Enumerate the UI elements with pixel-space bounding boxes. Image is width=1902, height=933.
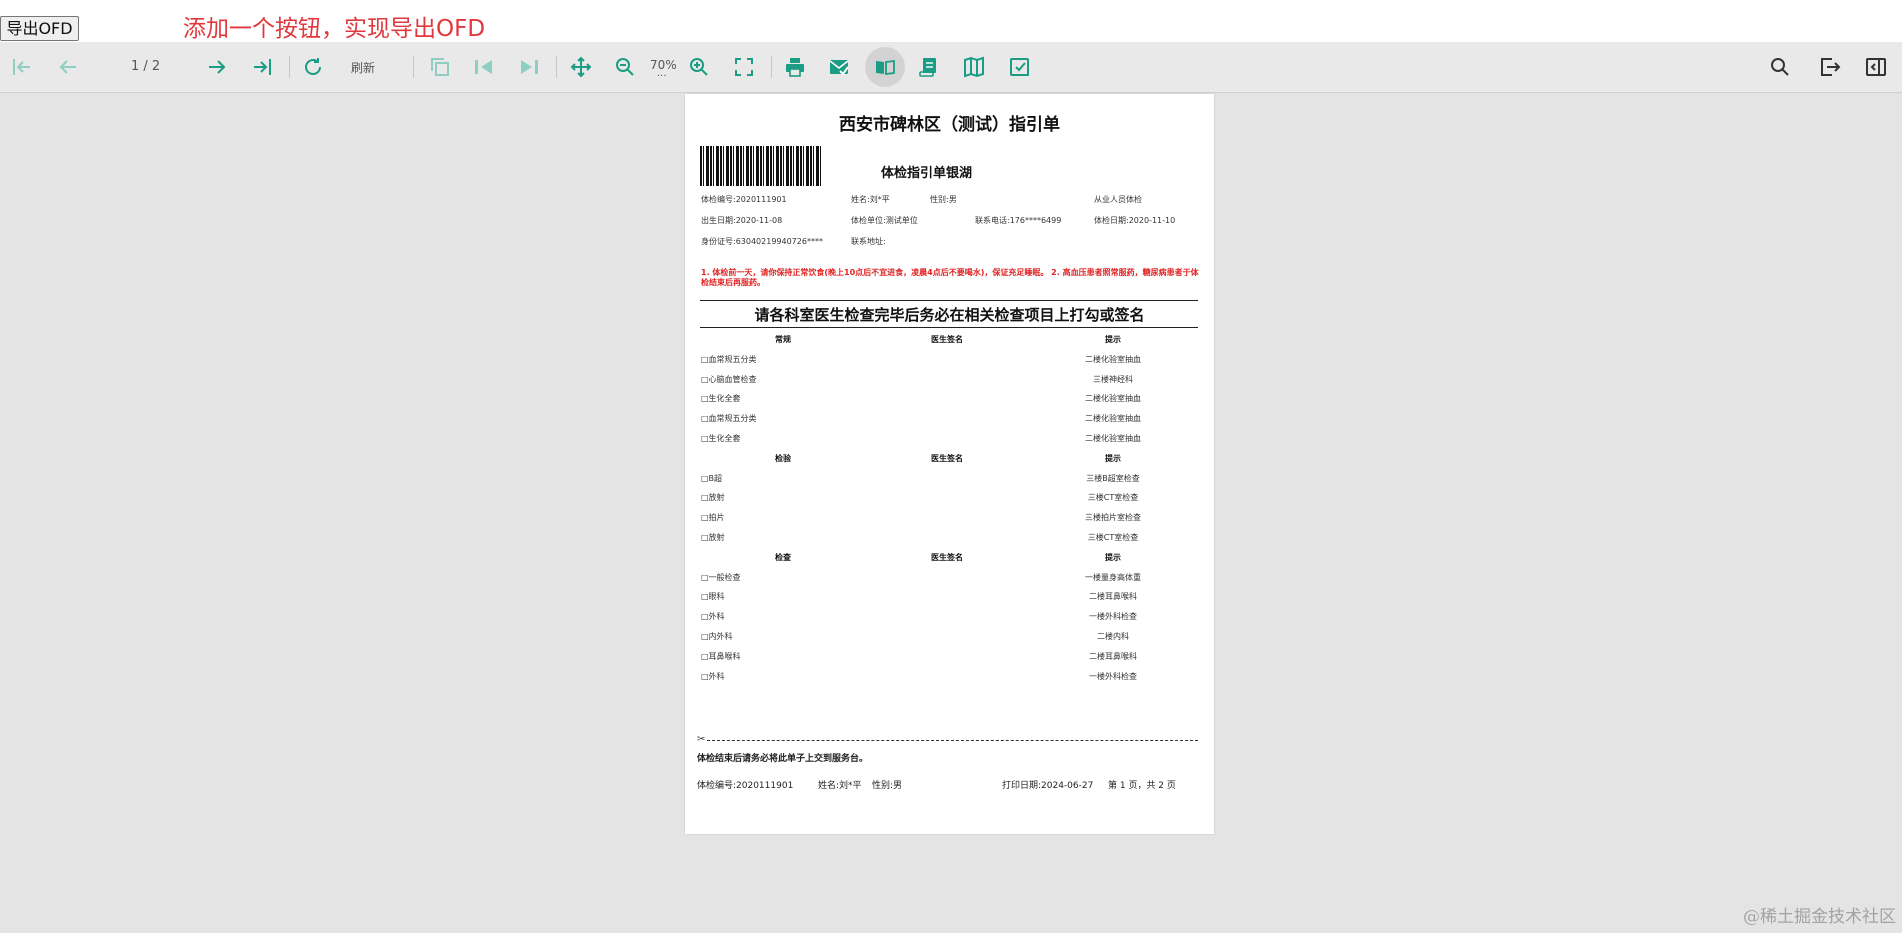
exam-item-tip: 三楼神经科 — [1093, 374, 1133, 384]
step-back-icon[interactable] — [472, 55, 496, 79]
exam-item: □内外科 — [701, 632, 733, 641]
document-subtitle: 体检指引单银湖 — [881, 166, 973, 181]
fullscreen-icon[interactable] — [732, 55, 756, 79]
exam-item: □生化全套 — [701, 394, 741, 404]
last-page-icon[interactable] — [250, 55, 274, 79]
book-view-icon[interactable] — [865, 47, 905, 87]
print-icon[interactable] — [783, 55, 807, 79]
verify-signature-icon[interactable] — [1008, 55, 1032, 79]
footer-print-date: 打印日期:2024-06-27 — [1002, 781, 1094, 791]
toolbar-separator — [771, 56, 772, 78]
exam-item-tip: 二楼内科 — [1097, 632, 1129, 641]
previous-page-icon[interactable] — [56, 55, 80, 79]
copy-icon[interactable] — [428, 55, 452, 79]
exam-item: □眼科 — [701, 592, 725, 602]
exam-item-tip: 三楼CT室检查 — [1087, 493, 1139, 503]
next-page-icon[interactable] — [205, 55, 229, 79]
export-exit-icon[interactable] — [1818, 55, 1842, 79]
exam-unit: 体检单位:测试单位 — [851, 216, 918, 225]
export-ofd-button[interactable]: 导出OFD — [0, 16, 79, 41]
exam-item-tip: 二楼化验室抽血 — [1085, 434, 1141, 443]
ofd-viewer-toolbar: 1 / 2 刷新 70% ... — [0, 42, 1902, 93]
patient-name: 姓名:刘*平 — [851, 195, 890, 204]
step-forward-icon[interactable] — [517, 55, 541, 79]
section-heading: 检查 — [775, 552, 791, 562]
toolbar-separator — [289, 56, 290, 78]
toolbar-separator — [556, 56, 557, 78]
exam-item-tip: 三楼拍片室检查 — [1085, 513, 1141, 523]
exam-date: 体检日期:2020-11-10 — [1094, 216, 1176, 225]
section-heading: 常规 — [775, 335, 791, 344]
document-sign-icon[interactable] — [917, 55, 941, 79]
exam-notice: 1. 体检前一天，请你保持正常饮食(晚上10点后不宜进食，凌晨4点后不要喝水)，… — [701, 268, 1199, 287]
document-title: 西安市碑林区（测试）指引单 — [839, 115, 1060, 135]
exam-item: □心脑血管检查 — [701, 374, 757, 384]
document-page: 西安市碑林区（测试）指引单 体检指引单银湖 体检编号:2020111901 姓名… — [685, 94, 1214, 834]
exam-item: □放射 — [701, 533, 725, 542]
exam-item-tip: 二楼耳鼻喉科 — [1089, 592, 1137, 602]
search-icon[interactable] — [1768, 55, 1792, 79]
divider — [700, 300, 1198, 301]
instruction-banner: 请各科室医生检查完毕后务必在相关检查项目上打勾或签名 — [754, 306, 1145, 324]
page-indicator: 1 / 2 — [131, 59, 161, 74]
exam-category: 从业人员体检 — [1094, 195, 1142, 204]
exam-item: □耳鼻喉科 — [701, 651, 741, 661]
zoom-dropdown-icon[interactable]: ... — [657, 68, 667, 79]
toolbar-separator — [413, 56, 414, 78]
patient-gender: 性别:男 — [930, 195, 957, 204]
exam-item-tip: 二楼化验室抽血 — [1085, 354, 1141, 364]
scissors-icon: ✂ — [697, 734, 706, 745]
footer-exam-number: 体检编号:2020111901 — [697, 781, 794, 791]
exam-item: □血常规五分类 — [701, 414, 757, 424]
doctor-sign-heading: 医生签名 — [931, 453, 963, 463]
id-number: 身份证号:63040219940726**** — [701, 237, 823, 246]
doctor-sign-heading: 医生签名 — [931, 335, 963, 344]
exam-item: □B超 — [701, 473, 723, 483]
exam-item: □血常规五分类 — [701, 354, 757, 364]
divider — [700, 327, 1198, 328]
doctor-sign-heading: 医生签名 — [931, 552, 963, 562]
zoom-in-icon[interactable] — [687, 55, 711, 79]
exam-item: □外科 — [701, 612, 725, 622]
map-icon[interactable] — [962, 55, 986, 79]
contact-address: 联系地址: — [851, 237, 886, 246]
contact-phone: 联系电话:176****6499 — [975, 216, 1062, 225]
exam-item: □拍片 — [701, 513, 725, 523]
exam-item: □外科 — [701, 671, 725, 681]
tip-heading: 提示 — [1105, 453, 1121, 463]
exam-item: □一般检查 — [701, 572, 741, 582]
exam-item-tip: 二楼化验室抽血 — [1085, 394, 1141, 404]
barcode — [700, 146, 821, 186]
exam-item: □放射 — [701, 493, 725, 503]
watermark: @稀土掘金技术社区 — [1743, 907, 1896, 927]
zoom-out-icon[interactable] — [613, 55, 637, 79]
exam-item-tip: 二楼耳鼻喉科 — [1089, 651, 1137, 661]
exam-item-tip: 一楼量身高体重 — [1085, 572, 1141, 582]
exam-item-tip: 一楼外科检查 — [1089, 671, 1137, 681]
exam-item-tip: 一楼外科检查 — [1089, 612, 1137, 622]
refresh-label[interactable]: 刷新 — [351, 59, 375, 76]
browser-bookmarks-strip — [0, 0, 1902, 14]
footer-notice: 体检结束后请务必将此单子上交到服务台。 — [697, 754, 869, 764]
footer-gender: 性别:男 — [872, 781, 903, 791]
cut-line — [707, 740, 1198, 741]
exam-item-tip: 三楼B超室检查 — [1086, 473, 1140, 483]
first-page-icon[interactable] — [10, 55, 34, 79]
exam-item: □生化全套 — [701, 434, 741, 443]
footer-name: 姓名:刘*平 — [818, 781, 862, 791]
birth-date: 出生日期:2020-11-08 — [701, 216, 783, 225]
footer-page-info: 第 1 页，共 2 页 — [1108, 781, 1176, 791]
exam-number: 体检编号:2020111901 — [701, 195, 787, 204]
tip-heading: 提示 — [1105, 335, 1121, 344]
sidebar-toggle-icon[interactable] — [1864, 55, 1888, 79]
section-heading: 检验 — [775, 453, 791, 463]
annotation-text: 添加一个按钮，实现导出OFD — [183, 16, 486, 42]
move-icon[interactable] — [569, 55, 593, 79]
tip-heading: 提示 — [1105, 552, 1121, 562]
refresh-icon[interactable] — [301, 55, 325, 79]
exam-item-tip: 二楼化验室抽血 — [1085, 414, 1141, 424]
exam-item-tip: 三楼CT室检查 — [1087, 533, 1139, 542]
mail-check-icon[interactable] — [827, 55, 851, 79]
